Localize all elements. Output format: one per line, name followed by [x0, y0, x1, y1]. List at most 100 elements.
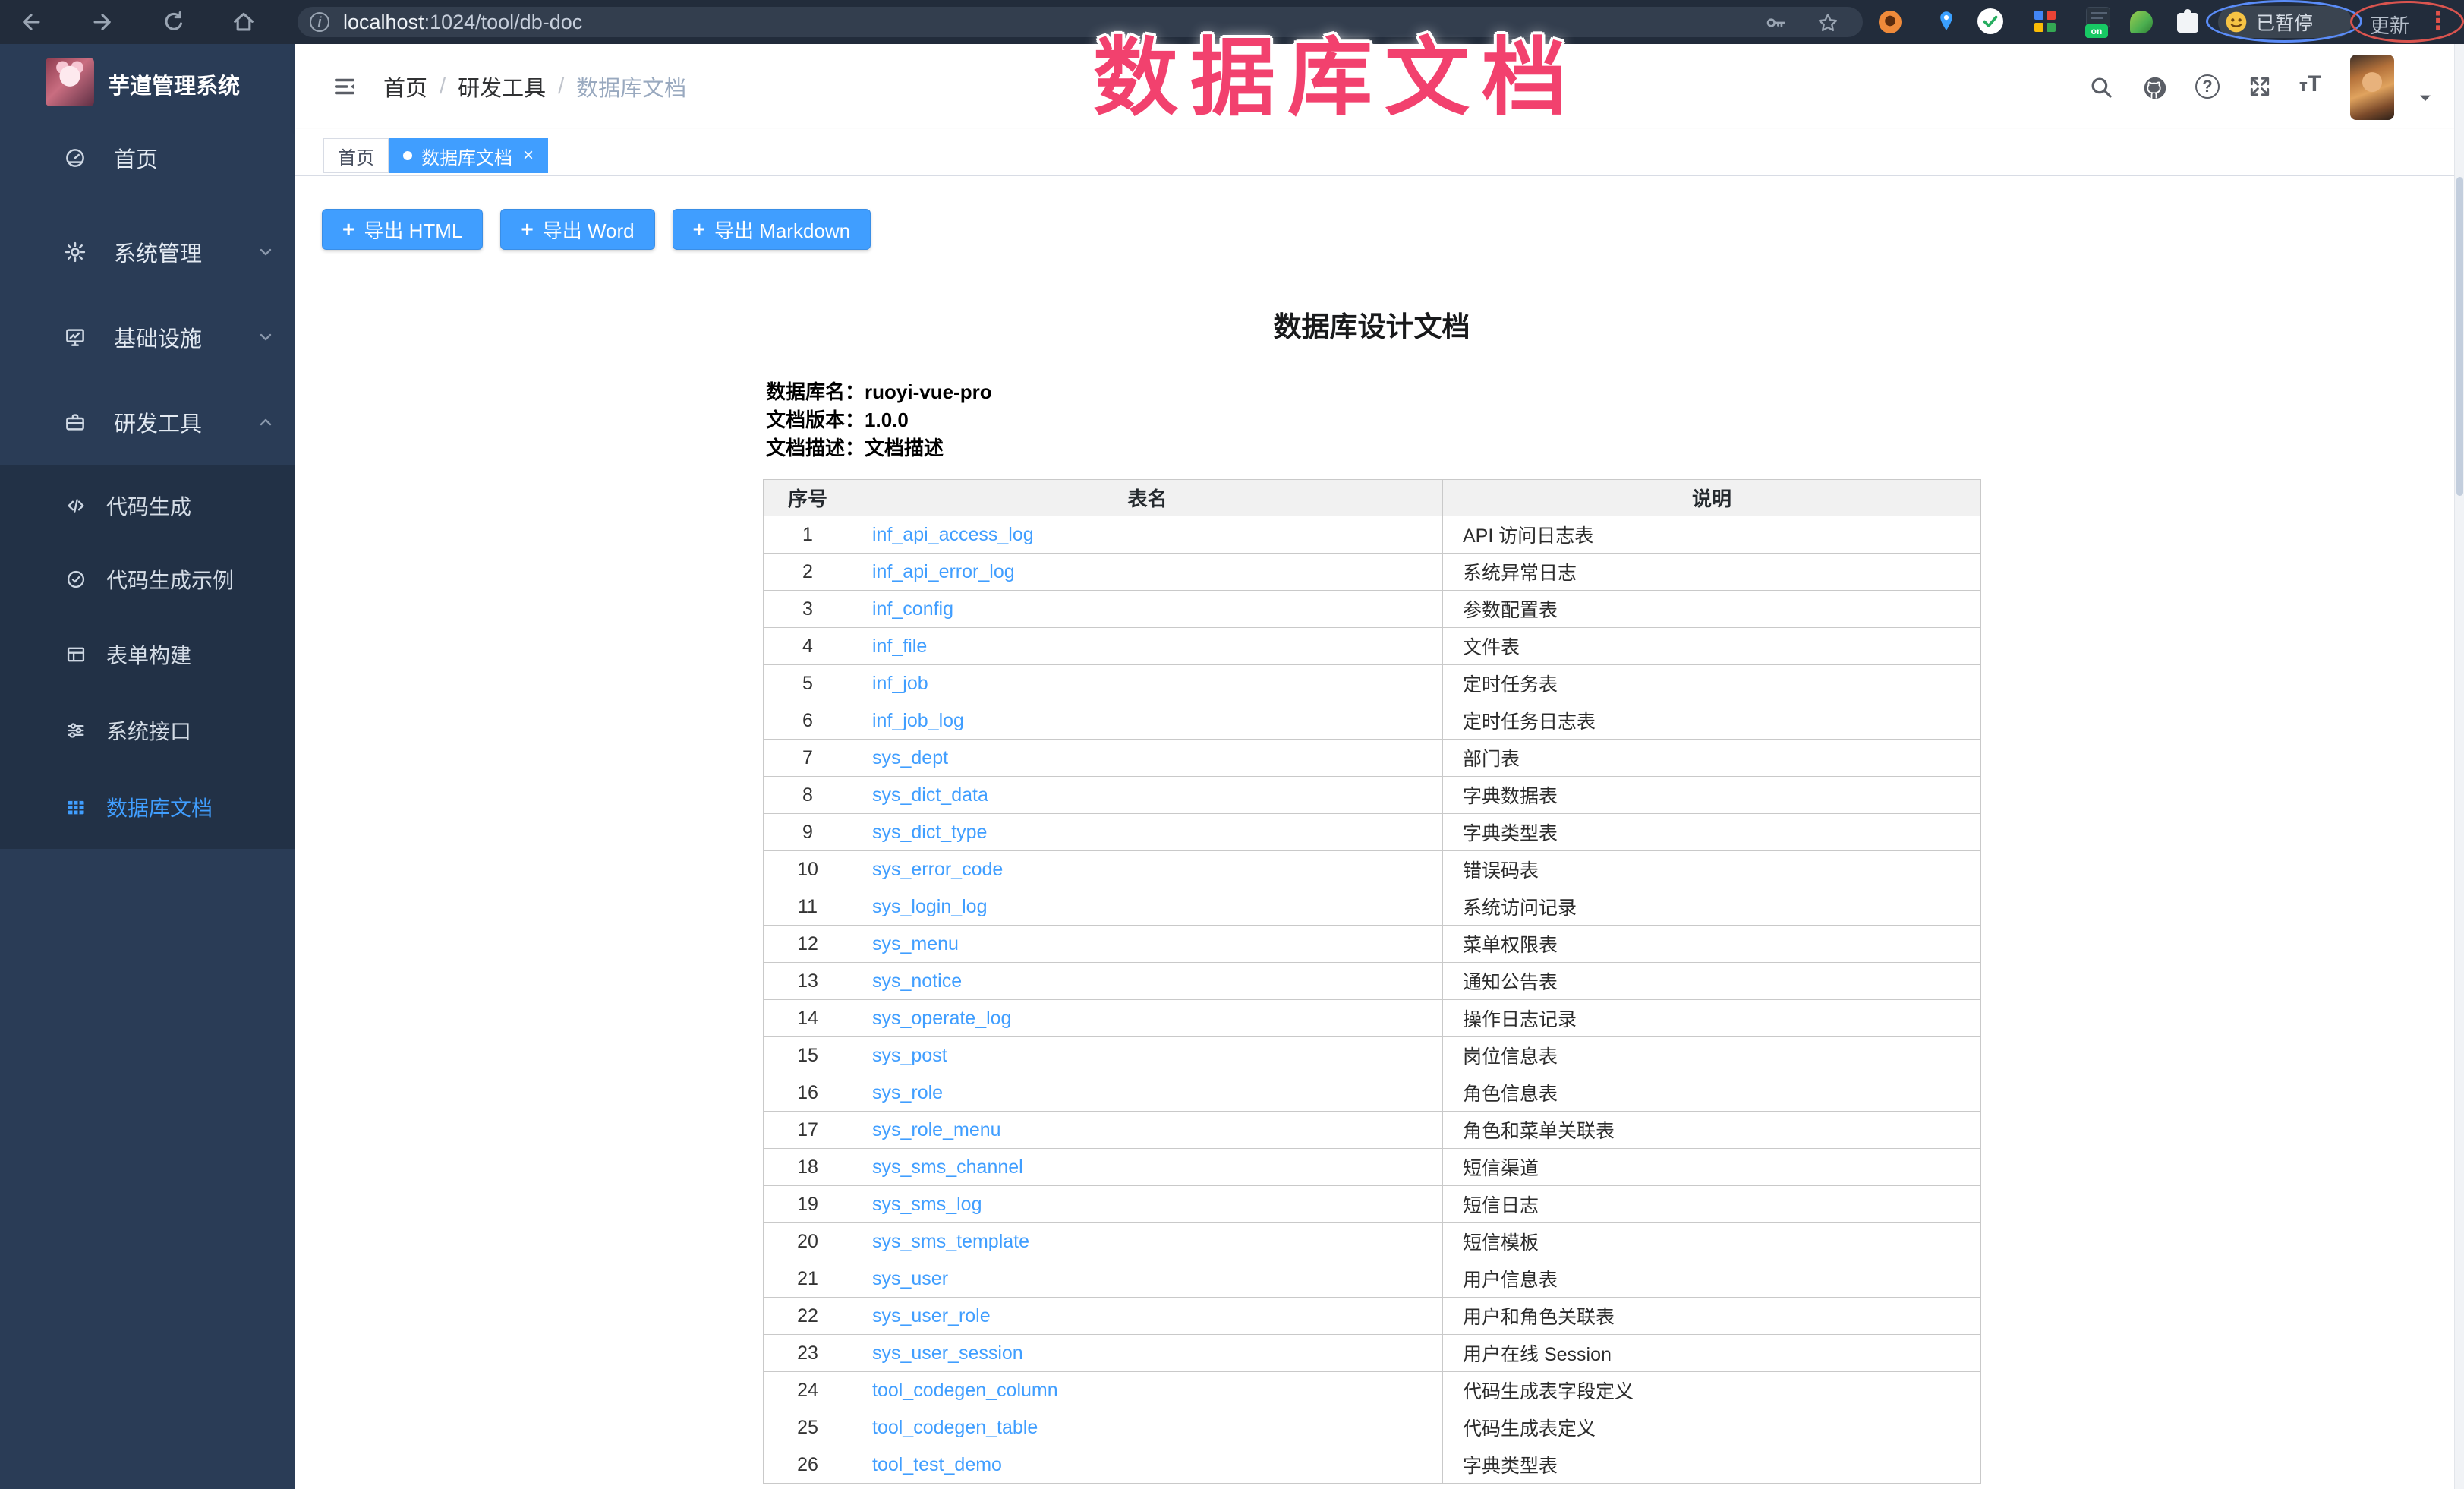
sidebar-item-devtools[interactable]: 研发工具 — [0, 380, 295, 465]
row-index: 4 — [764, 628, 852, 665]
chevron-down-icon — [257, 243, 275, 261]
table-name-cell: sys_user — [852, 1260, 1443, 1298]
address-bar[interactable]: i localhost:1024/tool/db-doc — [298, 7, 1863, 37]
extension-pin-icon[interactable] — [1933, 8, 1960, 35]
row-index: 3 — [764, 591, 852, 628]
table-name-link[interactable]: inf_job_log — [872, 710, 964, 731]
row-index: 22 — [764, 1298, 852, 1335]
table-name-link[interactable]: sys_user_session — [872, 1342, 1023, 1364]
table-name-link[interactable]: tool_test_demo — [872, 1454, 1002, 1475]
scrollbar-track[interactable] — [2454, 44, 2464, 1489]
extension-check-icon[interactable] — [1977, 8, 2003, 34]
plus-icon: + — [521, 217, 533, 241]
row-index: 24 — [764, 1372, 852, 1409]
breadcrumb-devtools[interactable]: 研发工具 — [458, 71, 546, 103]
password-key-icon[interactable] — [1764, 11, 1788, 35]
export-html-button[interactable]: + 导出 HTML — [322, 209, 483, 250]
tables-index: 序号 表名 说明 1 inf_api_access_log API 访问日志表 … — [763, 479, 1981, 1484]
table-name-cell: sys_role_menu — [852, 1112, 1443, 1149]
sidebar-item-codegen[interactable]: 代码生成 — [0, 468, 295, 542]
breadcrumb-home[interactable]: 首页 — [383, 71, 427, 103]
sidebar-item-home[interactable]: 首页 — [0, 115, 295, 200]
table-name-link[interactable]: inf_api_access_log — [872, 524, 1034, 545]
row-index: 18 — [764, 1149, 852, 1186]
table-desc-cell: 系统异常日志 — [1443, 554, 1981, 591]
caret-down-icon[interactable] — [2417, 90, 2434, 106]
extension-grid-icon[interactable] — [2034, 11, 2056, 32]
export-markdown-button[interactable]: + 导出 Markdown — [673, 209, 871, 250]
table-name-link[interactable]: inf_file — [872, 636, 927, 657]
table-row: 12 sys_menu 菜单权限表 — [764, 926, 1981, 963]
table-name-link[interactable]: sys_role — [872, 1082, 943, 1103]
app-logo — [46, 58, 94, 106]
table-name-cell: inf_api_error_log — [852, 554, 1443, 591]
site-info-icon[interactable]: i — [310, 12, 329, 32]
extension-orange-icon[interactable] — [1879, 11, 1902, 33]
scrollbar-thumb[interactable] — [2456, 177, 2463, 496]
table-row: 22 sys_user_role 用户和角色关联表 — [764, 1298, 1981, 1335]
table-desc-cell: 用户在线 Session — [1443, 1335, 1981, 1372]
sidebar-item-system[interactable]: 系统管理 — [0, 210, 295, 295]
table-name-link[interactable]: sys_operate_log — [872, 1008, 1011, 1029]
table-name-link[interactable]: sys_dict_type — [872, 822, 987, 843]
table-row: 25 tool_codegen_table 代码生成表定义 — [764, 1409, 1981, 1446]
sidebar-item-infra[interactable]: 基础设施 — [0, 295, 295, 380]
table-name-link[interactable]: tool_codegen_column — [872, 1380, 1058, 1401]
chevron-up-icon — [257, 413, 275, 431]
fullscreen-icon[interactable] — [2248, 74, 2273, 100]
extension-leaf-icon[interactable] — [2130, 11, 2153, 33]
sidebar-item-form-builder[interactable]: 表单构建 — [0, 617, 295, 691]
table-name-link[interactable]: sys_user — [872, 1268, 948, 1289]
table-name-link[interactable]: inf_api_error_log — [872, 561, 1015, 582]
monitor-icon — [64, 326, 87, 349]
browser-update-button[interactable]: 更新 — [2359, 11, 2420, 39]
extension-paused-chip[interactable]: 已暂停 — [2218, 6, 2352, 38]
table-name-link[interactable]: sys_post — [872, 1045, 947, 1066]
close-icon[interactable]: × — [523, 147, 534, 165]
table-name-link[interactable]: tool_codegen_table — [872, 1417, 1038, 1438]
table-name-link[interactable]: sys_sms_channel — [872, 1156, 1023, 1178]
sidebar-item-label: 代码生成示例 — [106, 564, 234, 595]
table-row: 20 sys_sms_template 短信模板 — [764, 1223, 1981, 1260]
reload-icon[interactable] — [161, 9, 187, 35]
sidebar-item-label: 研发工具 — [114, 406, 202, 438]
table-name-link[interactable]: sys_sms_template — [872, 1231, 1029, 1252]
extension-puzzle-icon[interactable] — [2177, 11, 2198, 33]
bookmark-star-icon[interactable] — [1816, 11, 1840, 35]
table-name-link[interactable]: sys_menu — [872, 933, 959, 954]
search-icon[interactable] — [2088, 74, 2114, 100]
hamburger-icon[interactable] — [332, 74, 358, 99]
browser-menu-icon[interactable]: ⋮ — [2426, 6, 2450, 35]
active-dot-icon — [403, 151, 412, 160]
table-name-link[interactable]: sys_login_log — [872, 896, 988, 917]
table-name-link[interactable]: inf_config — [872, 598, 953, 620]
table-name-link[interactable]: sys_error_code — [872, 859, 1003, 880]
sliders-icon — [65, 720, 87, 741]
table-name-link[interactable]: sys_user_role — [872, 1305, 991, 1327]
app-title: 芋道管理系统 — [108, 68, 240, 100]
table-name-link[interactable]: sys_sms_log — [872, 1194, 982, 1215]
table-desc-cell: 菜单权限表 — [1443, 926, 1981, 963]
row-index: 9 — [764, 814, 852, 851]
sidebar-item-system-api[interactable]: 系统接口 — [0, 693, 295, 767]
font-size-icon[interactable]: тT — [2299, 71, 2321, 97]
table-name-link[interactable]: sys_dept — [872, 747, 948, 768]
forward-icon[interactable] — [90, 9, 115, 35]
table-name-cell: inf_config — [852, 591, 1443, 628]
sidebar-item-label: 系统管理 — [114, 236, 202, 268]
table-name-link[interactable]: sys_notice — [872, 970, 962, 992]
export-word-button[interactable]: + 导出 Word — [500, 209, 654, 250]
user-avatar[interactable] — [2350, 55, 2394, 120]
table-name-link[interactable]: sys_dict_data — [872, 784, 988, 806]
help-icon[interactable]: ? — [2195, 74, 2220, 99]
tag-home[interactable]: 首页 — [323, 138, 389, 173]
home-icon[interactable] — [231, 9, 257, 35]
table-name-link[interactable]: inf_job — [872, 673, 928, 694]
tag-db-doc-active[interactable]: 数据库文档 × — [389, 138, 548, 173]
back-icon[interactable] — [18, 9, 44, 35]
sidebar-item-codegen-example[interactable]: 代码生成示例 — [0, 542, 295, 616]
table-name-link[interactable]: sys_role_menu — [872, 1119, 1001, 1140]
sidebar-item-db-doc[interactable]: 数据库文档 — [0, 770, 295, 844]
github-icon[interactable] — [2141, 74, 2167, 100]
extension-dark-on-icon[interactable]: on — [2086, 7, 2110, 28]
